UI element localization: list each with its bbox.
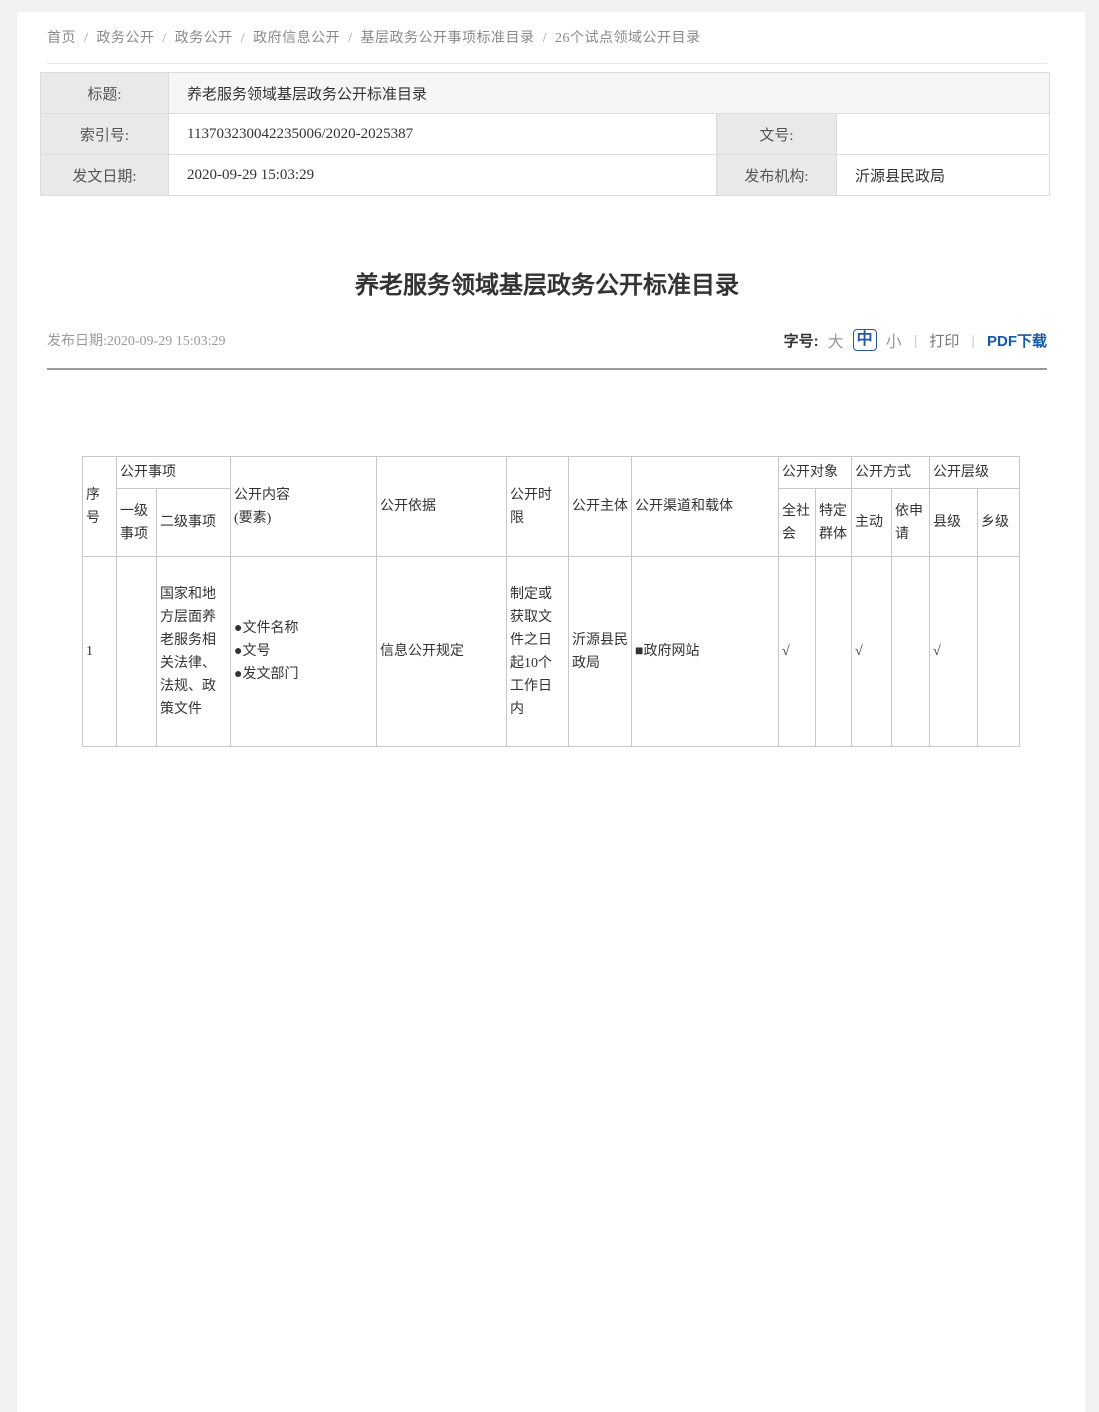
header-whole-society: 全社会: [779, 489, 816, 557]
publish-date: 发布日期:2020-09-29 15:03:29: [47, 330, 226, 350]
breadcrumb-link-standard-catalog[interactable]: 基层政务公开事项标准目录: [361, 31, 535, 46]
article-divider: [47, 368, 1047, 370]
cell-channel-carrier: ■政府网站: [632, 557, 779, 747]
breadcrumb-separator: /: [162, 31, 166, 46]
disclosure-catalog-table: 序号 公开事项 公开内容 (要素) 公开依据 公开时限 公开主体 公开渠道和载体…: [82, 456, 1020, 747]
cell-on-request: [892, 557, 930, 747]
meta-docnum-label: 文号:: [717, 114, 837, 155]
breadcrumb-link-home[interactable]: 首页: [47, 31, 76, 46]
meta-org-value: 沂源县民政局: [837, 155, 1050, 196]
print-button[interactable]: 打印: [929, 330, 959, 351]
font-size-small-button[interactable]: 小: [886, 328, 902, 352]
table-header-row-1: 序号 公开事项 公开内容 (要素) 公开依据 公开时限 公开主体 公开渠道和载体…: [83, 457, 1020, 489]
header-method: 公开方式: [852, 457, 930, 489]
cell-content-elements: ●文件名称 ●文号 ●发文部门: [231, 557, 377, 747]
breadcrumb-separator: /: [543, 31, 547, 46]
meta-row-index: 索引号: 113703230042235006/2020-2025387 文号:: [41, 114, 1050, 155]
header-subject: 公开主体: [569, 457, 632, 557]
header-specific-group: 特定群体: [816, 489, 852, 557]
breadcrumb: 首页 / 政务公开 / 政务公开 / 政府信息公开 / 基层政务公开事项标准目录 / 26个试点领域…: [47, 29, 1047, 49]
pdf-download-link[interactable]: PDF下载: [987, 330, 1047, 351]
meta-row-title: 标题: 养老服务领域基层政务公开标准目录: [41, 73, 1050, 114]
breadcrumb-link-gov-info[interactable]: 政府信息公开: [253, 31, 340, 46]
header-content-elements: 公开内容 (要素): [231, 457, 377, 557]
header-proactive: 主动: [852, 489, 892, 557]
cell-subject: 沂源县民政局: [569, 557, 632, 747]
article-toolbar: 字号: 大 中 小 | 打印 | PDF下载: [784, 328, 1047, 352]
header-basis: 公开依据: [377, 457, 507, 557]
header-on-request: 依申请: [892, 489, 930, 557]
content-panel: 首页 / 政务公开 / 政务公开 / 政府信息公开 / 基层政务公开事项标准目录 / 26个试点领域…: [17, 12, 1085, 1412]
cell-proactive: √: [852, 557, 892, 747]
meta-index-label: 索引号:: [41, 114, 169, 155]
cell-basis: 信息公开规定: [377, 557, 507, 747]
document-meta-table: 标题: 养老服务领域基层政务公开标准目录 索引号: 11370323004223…: [40, 72, 1050, 196]
toolbar-separator: |: [971, 332, 975, 348]
meta-date-label: 发文日期:: [41, 155, 169, 196]
header-level2-item: 二级事项: [157, 489, 231, 557]
toolbar-separator: |: [914, 332, 918, 348]
breadcrumb-separator: /: [348, 31, 352, 46]
cell-whole-society: √: [779, 557, 816, 747]
header-county-level: 县级: [930, 489, 978, 557]
font-size-label: 字号:: [784, 330, 819, 351]
cell-level1-item: [117, 557, 157, 747]
cell-specific-group: [816, 557, 852, 747]
header-channel-carrier: 公开渠道和载体: [632, 457, 779, 557]
table-row: 1 国家和地方层面养老服务相关法律、法规、政策文件 ●文件名称 ●文号 ●发文部…: [83, 557, 1020, 747]
cell-level2-item: 国家和地方层面养老服务相关法律、法规、政策文件: [157, 557, 231, 747]
header-audience: 公开对象: [779, 457, 852, 489]
breadcrumb-separator: /: [84, 31, 88, 46]
breadcrumb-separator: /: [241, 31, 245, 46]
header-level1-item: 一级事项: [117, 489, 157, 557]
cell-time-limit: 制定或获取文件之日起10个工作日内: [507, 557, 569, 747]
meta-title-value: 养老服务领域基层政务公开标准目录: [169, 73, 1050, 114]
meta-docnum-value: [837, 114, 1050, 155]
page-title: 养老服务领域基层政务公开标准目录: [47, 269, 1047, 303]
header-serial: 序号: [83, 457, 117, 557]
header-disclosure-item: 公开事项: [117, 457, 231, 489]
cell-county-level: √: [930, 557, 978, 747]
breadcrumb-link-pilot-catalog[interactable]: 26个试点领域公开目录: [555, 31, 701, 46]
header-township-level: 乡级: [978, 489, 1020, 557]
cell-township-level: [978, 557, 1020, 747]
meta-title-label: 标题:: [41, 73, 169, 114]
cell-serial: 1: [83, 557, 117, 747]
breadcrumb-link-zwgk-1[interactable]: 政务公开: [96, 31, 154, 46]
meta-row-date: 发文日期: 2020-09-29 15:03:29 发布机构: 沂源县民政局: [41, 155, 1050, 196]
header-level: 公开层级: [930, 457, 1020, 489]
font-size-large-button[interactable]: 大: [828, 328, 844, 352]
header-time-limit: 公开时限: [507, 457, 569, 557]
font-size-medium-button[interactable]: 中: [853, 329, 877, 351]
breadcrumb-link-zwgk-2[interactable]: 政务公开: [175, 31, 233, 46]
meta-org-label: 发布机构:: [717, 155, 837, 196]
publish-info-row: 发布日期:2020-09-29 15:03:29 字号: 大 中 小 | 打印 …: [47, 327, 1047, 353]
meta-index-value: 113703230042235006/2020-2025387: [169, 114, 717, 155]
meta-date-value: 2020-09-29 15:03:29: [169, 155, 717, 196]
breadcrumb-divider: [47, 63, 1047, 64]
